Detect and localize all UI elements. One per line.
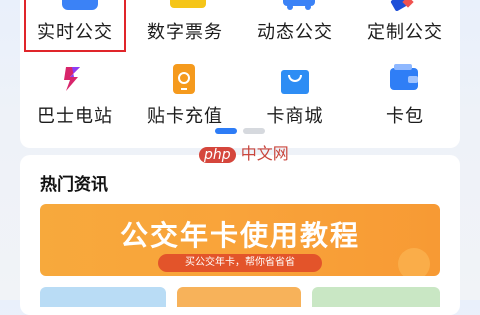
selection-highlight	[24, 0, 126, 52]
service-label-card-wallet[interactable]: 卡包	[350, 102, 460, 128]
ticket-icon	[170, 0, 206, 8]
section-title-hot-news: 热门资讯	[40, 175, 108, 195]
news-thumb-3[interactable]	[312, 287, 440, 307]
service-label-bus-station[interactable]: 巴士电站	[20, 102, 130, 128]
wallet-icon	[390, 64, 420, 92]
service-label-card-mall[interactable]: 卡商城	[240, 102, 350, 128]
pager-dot-inactive[interactable]	[243, 128, 265, 134]
card-recharge-icon	[170, 64, 198, 94]
banner-decoration	[398, 248, 430, 276]
news-banner[interactable]: 公交年卡使用教程 买公交年卡，帮你省省省	[40, 204, 440, 276]
banner-subtitle: 买公交年卡，帮你省省省	[158, 254, 322, 272]
watermark-brand: php	[199, 147, 236, 163]
watermark: php 中文网	[199, 140, 289, 163]
custom-bus-icon	[386, 0, 416, 12]
lightning-icon	[58, 64, 88, 94]
service-label-digital-ticket[interactable]: 数字票务	[130, 18, 240, 44]
shopping-bag-icon	[281, 64, 309, 94]
pager-dot-active[interactable]	[215, 128, 237, 134]
service-label-dynamic-bus[interactable]: 动态公交	[240, 18, 350, 44]
banner-title: 公交年卡使用教程	[119, 219, 360, 252]
service-label-custom-bus[interactable]: 定制公交	[350, 18, 460, 44]
news-thumb-2[interactable]	[177, 287, 301, 307]
watermark-text: 中文网	[240, 144, 289, 163]
service-label-card-recharge[interactable]: 贴卡充值	[130, 102, 240, 128]
dynamic-bus-icon	[283, 0, 323, 10]
news-thumb-1[interactable]	[40, 287, 166, 307]
